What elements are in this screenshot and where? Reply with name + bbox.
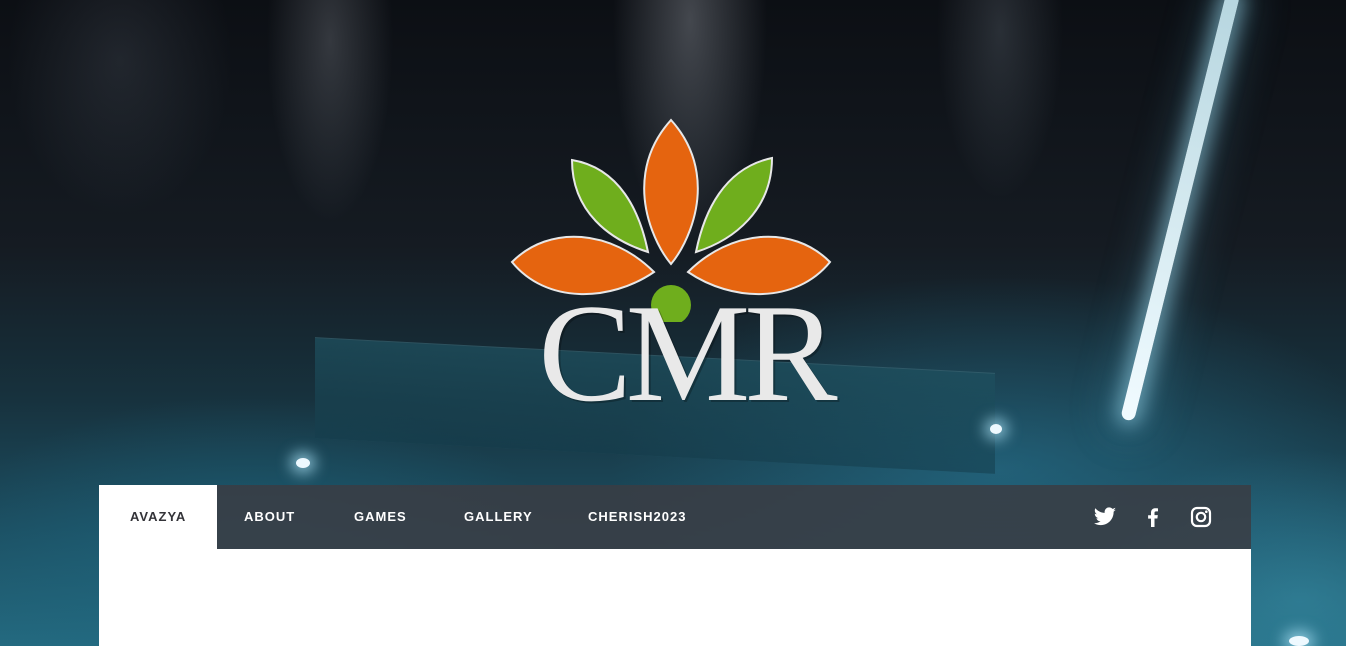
stage-spotlight: [990, 424, 1002, 434]
light-beam: [1120, 0, 1241, 422]
logo-wordmark: CMR: [538, 276, 837, 431]
nav-item-gallery[interactable]: GALLERY: [464, 485, 533, 549]
content-panel: [99, 549, 1251, 646]
facebook-icon[interactable]: [1141, 505, 1165, 529]
nav-item-games[interactable]: GAMES: [354, 485, 407, 549]
stage-spotlight: [1289, 636, 1309, 646]
nav-item-avazya[interactable]: AVAZYA: [99, 485, 218, 549]
nav-item-cherish2023[interactable]: CHERISH2023: [588, 485, 686, 549]
cmr-logo[interactable]: CMR: [500, 112, 870, 432]
instagram-icon[interactable]: [1189, 505, 1213, 529]
stage-spotlight: [296, 458, 310, 468]
nav-item-about[interactable]: ABOUT: [244, 485, 295, 549]
hero-banner: CMR AVAZYA ABOUT GAMES GALLERY CHERISH20…: [0, 0, 1346, 646]
twitter-icon[interactable]: [1093, 505, 1117, 529]
main-nav: AVAZYA ABOUT GAMES GALLERY CHERISH2023: [99, 485, 1251, 549]
